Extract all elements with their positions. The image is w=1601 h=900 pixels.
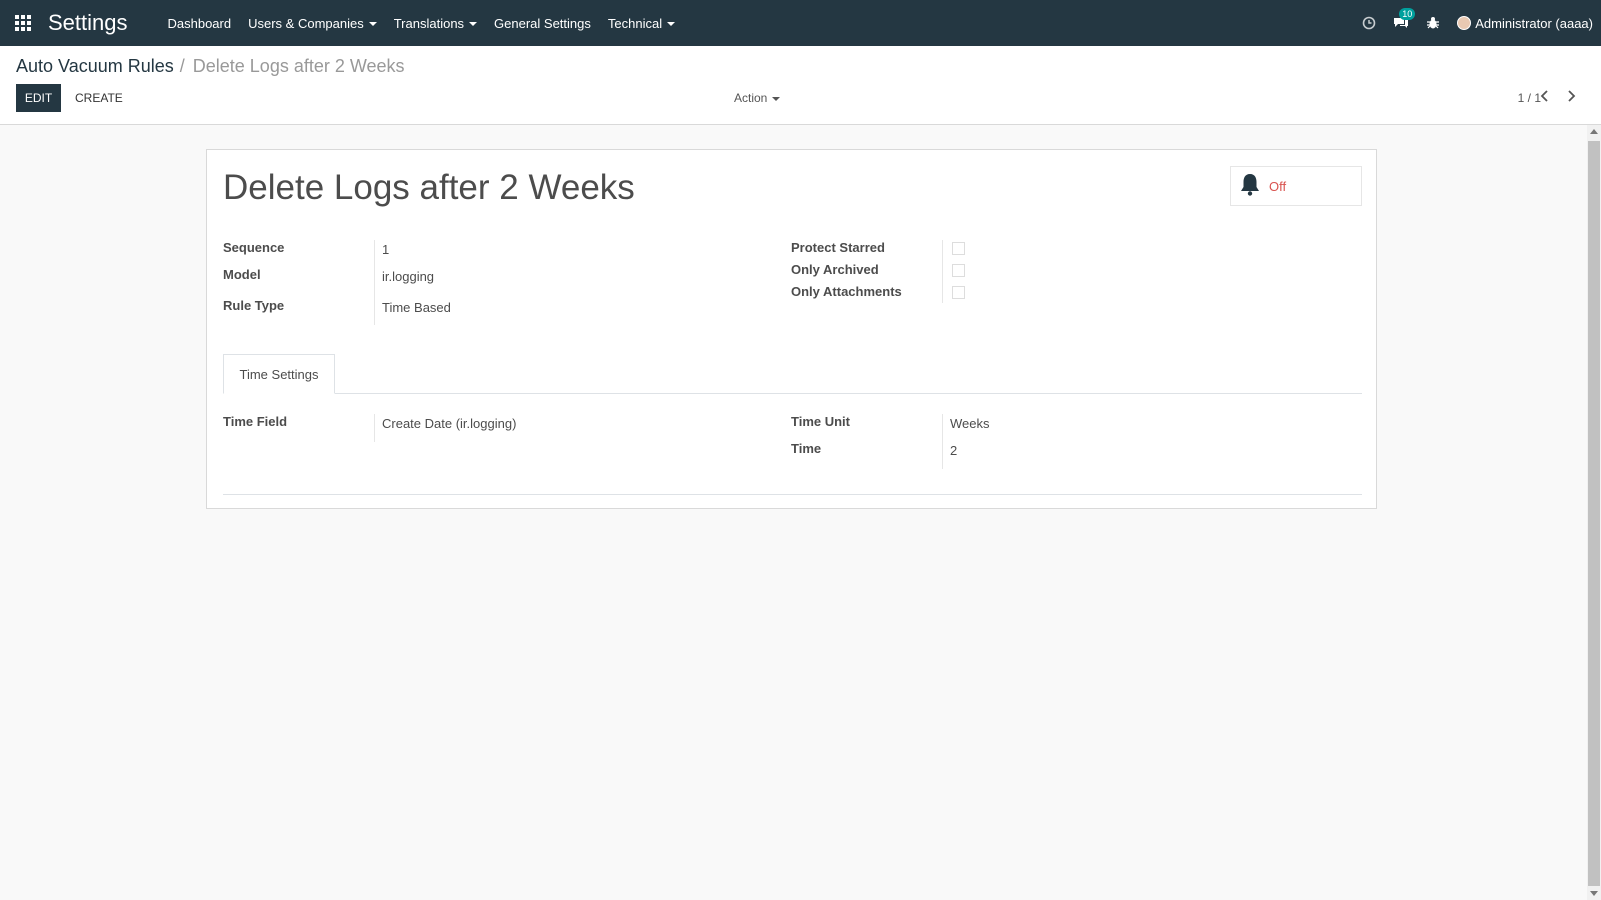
scrollbar-thumb[interactable]: [1588, 141, 1600, 886]
caret-down-icon: [368, 22, 377, 26]
sequence-label: Sequence: [223, 240, 285, 255]
pager-previous-icon[interactable]: [1535, 86, 1555, 106]
menu-item-label: General Settings: [494, 15, 591, 31]
model-label: Model: [223, 267, 261, 282]
action-dropdown-label: Action: [734, 91, 768, 105]
tab-label: Time Settings: [239, 366, 319, 382]
active-toggle-button[interactable]: Off: [1230, 166, 1362, 206]
menu-item-label: Users & Companies: [248, 15, 364, 31]
breadcrumb-current: Delete Logs after 2 Weeks: [192, 56, 405, 76]
model-value: ir.logging: [382, 269, 435, 284]
tab-time-settings[interactable]: Time Settings: [223, 354, 335, 394]
only-archived-label: Only Archived: [791, 262, 879, 277]
time-field-value: Create Date (ir.logging): [382, 416, 517, 431]
apps-menu-icon[interactable]: [12, 12, 34, 34]
menu-item-label: Technical: [607, 15, 663, 31]
menu-item-users-companies[interactable]: Users & Companies: [248, 16, 377, 31]
pager-next-icon[interactable]: [1561, 86, 1581, 106]
bell-icon: [1239, 172, 1261, 201]
protect-starred-label: Protect Starred: [791, 240, 885, 255]
menu-item-dashboard[interactable]: Dashboard: [168, 16, 232, 31]
time-value: 2: [950, 443, 958, 458]
only-attachments-checkbox[interactable]: [952, 286, 965, 299]
scroll-down-arrow-icon[interactable]: [1590, 891, 1598, 896]
breadcrumb-parent-link[interactable]: Auto Vacuum Rules: [16, 56, 174, 77]
sequence-value: 1: [382, 242, 390, 257]
field-divider: [374, 240, 375, 325]
breadcrumb-separator: /: [179, 56, 185, 76]
tab-bar-line: [223, 393, 1362, 394]
time-unit-value: Weeks: [950, 416, 990, 431]
field-divider: [374, 414, 375, 442]
edit-button[interactable]: EDIT: [16, 84, 61, 112]
only-attachments-label: Only Attachments: [791, 284, 902, 299]
notebook-bottom-line: [223, 494, 1362, 495]
caret-down-icon: [772, 97, 781, 101]
time-label: Time: [791, 441, 822, 456]
user-name: Administrator (aaaa): [1475, 15, 1593, 31]
only-archived-checkbox[interactable]: [952, 264, 965, 277]
debug-bug-icon[interactable]: [1425, 15, 1441, 31]
record-title: Delete Logs after 2 Weeks: [223, 168, 635, 207]
time-unit-label: Time Unit: [791, 414, 850, 429]
active-status-label: Off: [1269, 178, 1287, 194]
protect-starred-checkbox[interactable]: [952, 242, 965, 255]
menu-item-label: Dashboard: [167, 15, 232, 31]
field-divider: [942, 240, 943, 303]
app-brand[interactable]: Settings: [48, 10, 128, 36]
activity-clock-icon[interactable]: [1361, 15, 1377, 31]
form-sheet: Delete Logs after 2 Weeks Off Sequence 1…: [206, 149, 1377, 509]
create-button[interactable]: CREATE: [66, 84, 132, 112]
time-field-label: Time Field: [223, 414, 288, 429]
top-navbar: Settings Dashboard Users & Companies Tra…: [0, 0, 1601, 46]
breadcrumb: Auto Vacuum Rules / Delete Logs after 2 …: [16, 56, 405, 77]
control-panel: Auto Vacuum Rules / Delete Logs after 2 …: [0, 46, 1601, 125]
user-menu[interactable]: Administrator (aaaa): [1457, 16, 1593, 31]
menu-item-label: Translations: [393, 15, 465, 31]
menu-item-technical[interactable]: Technical: [607, 15, 676, 31]
messages-icon[interactable]: 10: [1393, 8, 1416, 31]
rule-type-value: Time Based: [382, 300, 451, 315]
rule-type-label: Rule Type: [223, 298, 285, 313]
menu-item-general-settings[interactable]: General Settings: [494, 16, 591, 31]
vertical-scrollbar[interactable]: [1587, 125, 1601, 900]
avatar: [1457, 16, 1472, 30]
menu-item-translations[interactable]: Translations: [393, 15, 478, 31]
caret-down-icon: [667, 22, 676, 26]
systray: 10 Administrator (aaaa): [1361, 0, 1593, 46]
caret-down-icon: [469, 22, 478, 26]
messages-count-badge: 10: [1399, 8, 1416, 20]
action-dropdown[interactable]: Action: [734, 91, 781, 105]
main-menu: Dashboard Users & Companies Translations…: [168, 16, 693, 31]
field-divider: [942, 414, 943, 469]
scroll-up-arrow-icon[interactable]: [1590, 129, 1598, 134]
